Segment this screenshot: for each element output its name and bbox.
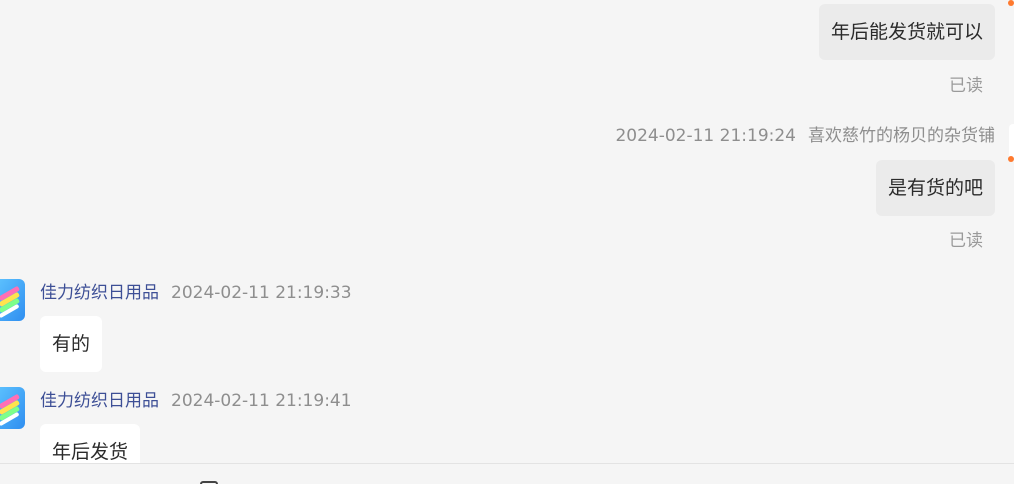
sender-name: 喜欢慈竹的杨贝的杂货铺 [808, 126, 995, 146]
sender-name[interactable]: 佳力纺织日用品 [40, 283, 159, 303]
read-status: 已读 [949, 231, 983, 251]
message-text: 是有货的吧 [887, 177, 983, 199]
outgoing-message-bubble[interactable]: 年后能发货就可以 [818, 4, 995, 60]
store-avatar-icon[interactable] [0, 279, 25, 321]
chat-window: 年后能发货就可以 已读 2024-02-11 21:19:24 喜欢慈竹的杨贝的杂… [0, 0, 1014, 484]
message-timestamp: 2024-02-11 21:19:33 [171, 283, 352, 303]
store-avatar-icon-graphic [0, 279, 25, 321]
message-timestamp: 2024-02-11 21:19:24 [615, 126, 796, 146]
input-toolbar [0, 463, 1014, 484]
unread-dot-icon [1008, 156, 1014, 162]
side-panel-edge [1009, 124, 1014, 160]
read-status: 已读 [949, 76, 983, 96]
sender-name[interactable]: 佳力纺织日用品 [40, 391, 159, 411]
unread-dot-icon [1008, 0, 1014, 6]
message-text: 有的 [52, 333, 91, 355]
message-text: 年后能发货就可以 [830, 21, 983, 43]
message-meta: 佳力纺织日用品 2024-02-11 21:19:33 [40, 278, 352, 303]
message-text: 年后发货 [52, 441, 129, 463]
message-meta: 2024-02-11 21:19:24 喜欢慈竹的杨贝的杂货铺 [615, 121, 995, 146]
outgoing-message-bubble[interactable]: 是有货的吧 [875, 160, 995, 216]
message-meta: 佳力纺织日用品 2024-02-11 21:19:41 [40, 386, 352, 411]
store-avatar-icon[interactable] [0, 387, 25, 429]
incoming-message-bubble[interactable]: 有的 [40, 316, 103, 372]
message-timestamp: 2024-02-11 21:19:41 [171, 391, 352, 411]
store-avatar-icon-graphic [0, 387, 25, 429]
